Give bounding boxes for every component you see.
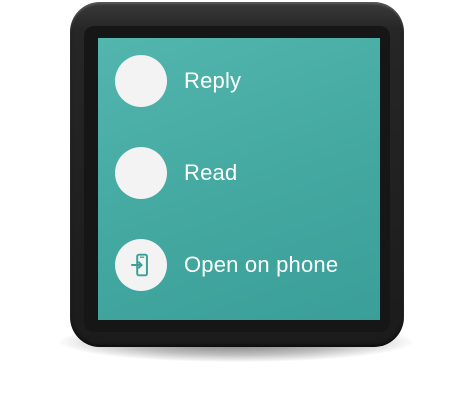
read-label: Read	[184, 160, 238, 185]
open-on-phone-action[interactable]: Open on phone	[115, 239, 338, 291]
watch-mockup: Reply Read Open on phone	[0, 0, 474, 403]
reply-action[interactable]: Reply	[115, 55, 241, 107]
phone-arrow-icon	[131, 253, 148, 277]
read-button-icon[interactable]	[115, 147, 167, 199]
reply-label: Reply	[184, 68, 242, 93]
open-on-phone-label: Open on phone	[184, 252, 339, 277]
read-action[interactable]: Read	[115, 147, 237, 199]
watch-screen: Reply Read Open on phone	[98, 38, 380, 320]
reply-button-icon[interactable]	[115, 55, 167, 107]
open-on-phone-icon[interactable]	[115, 239, 167, 291]
